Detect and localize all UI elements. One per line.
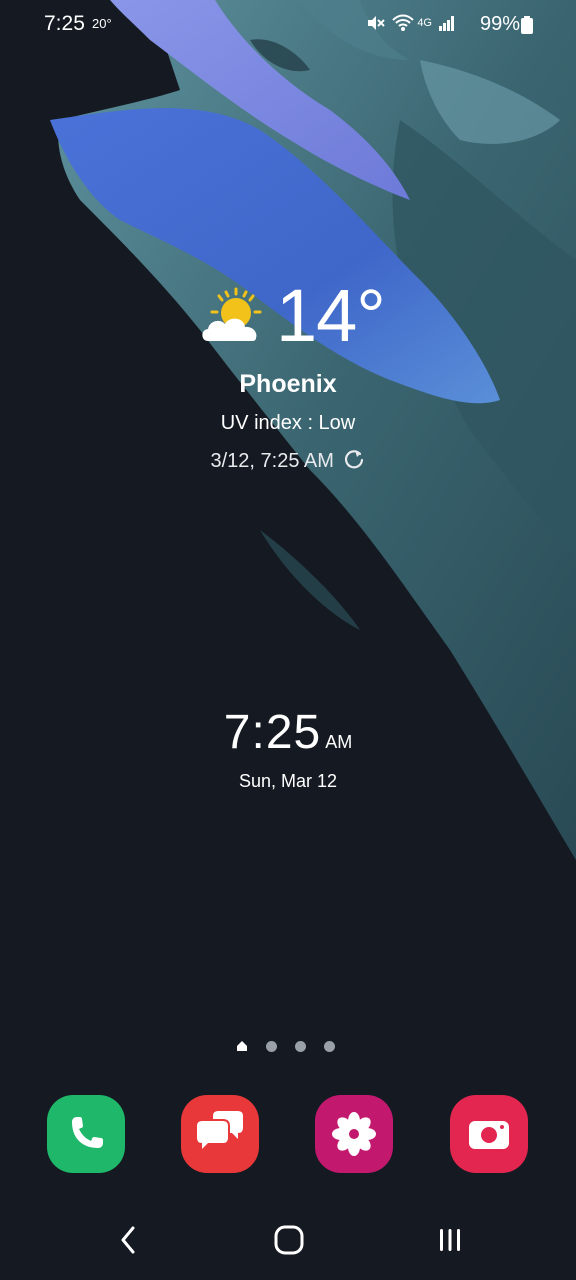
mute-vibrate-icon (368, 16, 386, 30)
flower-icon (332, 1112, 376, 1156)
page-indicator (236, 1040, 335, 1052)
home-icon (274, 1225, 304, 1255)
weather-city: Phoenix (239, 370, 337, 398)
messages-app[interactable] (181, 1095, 259, 1173)
wifi-icon (392, 14, 415, 31)
back-icon (121, 1226, 135, 1254)
signal-icon (439, 16, 454, 31)
clock-ampm: AM (325, 732, 353, 752)
weather-temperature: 14° (276, 274, 386, 357)
refresh-icon[interactable] (343, 448, 365, 470)
4g-icon: 4G (417, 17, 432, 29)
home-page-indicator-icon[interactable] (236, 1040, 248, 1052)
weather-updated-row: 3/12, 7:25 AM (0, 448, 576, 473)
camera-icon (469, 1121, 509, 1149)
wallpaper (0, 0, 576, 1280)
phone-icon (72, 1117, 103, 1148)
app-dock (0, 1095, 576, 1173)
page-dot[interactable] (295, 1040, 306, 1052)
camera-app[interactable] (450, 1095, 528, 1173)
weather-updated-time: 3/12, 7:25 AM (210, 450, 334, 472)
partly-sunny-icon (202, 287, 262, 341)
recents-button[interactable] (420, 1210, 480, 1270)
phone-app[interactable] (47, 1095, 125, 1173)
status-icons: 4G (365, 13, 456, 33)
clock-date: Sun, Mar 12 (238, 771, 338, 791)
navigation-bar (0, 1210, 576, 1280)
weather-header: 14° (198, 276, 398, 360)
home-button[interactable] (259, 1210, 319, 1270)
battery-percent: 99% (480, 13, 521, 35)
recents-icon (440, 1229, 460, 1251)
page-dot[interactable] (324, 1040, 335, 1052)
blossom-app[interactable] (315, 1095, 393, 1173)
status-temperature: 20° (92, 16, 112, 31)
clock-widget[interactable]: 7:25 AM Sun, Mar 12 (0, 705, 576, 791)
status-bar: 7:25 20° 4G 99% (0, 0, 576, 50)
status-time: 7:25 (44, 12, 85, 35)
weather-uv-index: UV index : Low (220, 412, 356, 434)
battery-icon (521, 16, 533, 34)
messages-icon (197, 1111, 243, 1149)
clock-time: 7:25 (223, 706, 322, 759)
lock-home-screen: 7:25 20° 4G 99% 14° Phoenix UV index: L… (0, 0, 576, 1280)
page-dot[interactable] (266, 1040, 277, 1052)
back-button[interactable] (98, 1210, 158, 1270)
